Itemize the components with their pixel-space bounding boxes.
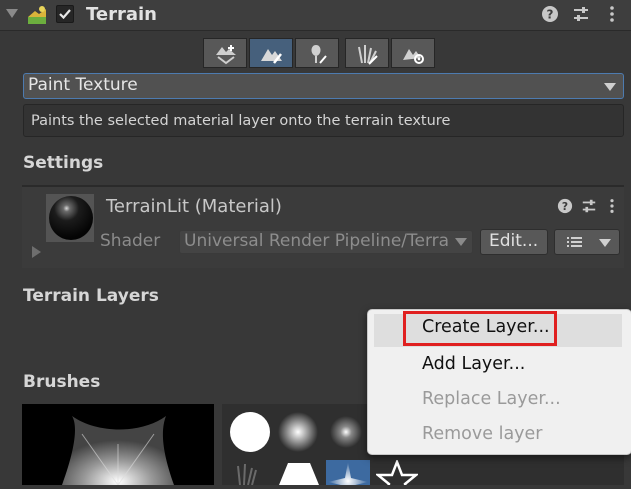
brushes-heading: Brushes [23, 372, 101, 392]
terrain-layers-heading: Terrain Layers [23, 286, 159, 306]
brush-star-outline[interactable] [376, 460, 418, 485]
paint-trees-button[interactable] [295, 38, 339, 68]
options-chevron-down-icon [599, 239, 611, 247]
brush-hard-circle[interactable] [228, 410, 272, 454]
shader-chevron-down-icon [455, 238, 467, 246]
presets-icon[interactable] [572, 5, 590, 23]
list-icon [567, 237, 582, 247]
help-icon[interactable]: ? [541, 5, 559, 23]
chevron-down-icon [604, 83, 616, 91]
highlight-annotation-box [403, 311, 557, 346]
paint-terrain-icon [261, 49, 282, 64]
foldout-arrow-icon[interactable] [6, 9, 18, 18]
terrain-settings-button[interactable] [391, 38, 435, 68]
enabled-checkbox[interactable] [56, 5, 74, 23]
svg-text:?: ? [562, 200, 568, 213]
menu-item-add-layer[interactable]: Add Layer... [422, 354, 525, 374]
svg-text:?: ? [547, 8, 554, 22]
tool-mode-value: Paint Texture [28, 75, 138, 95]
settings-heading: Settings [23, 153, 104, 173]
paint-details-icon [358, 45, 378, 65]
paint-terrain-button[interactable] [249, 38, 293, 68]
shader-value: Universal Render Pipeline/Terrain/Lit [184, 231, 450, 251]
brush-hexagon[interactable] [278, 460, 320, 485]
material-presets-icon[interactable] [581, 198, 597, 214]
shader-label: Shader [100, 231, 161, 251]
create-neighbor-terrains-icon [216, 45, 236, 65]
paint-details-button[interactable] [345, 38, 389, 68]
terrain-settings-icon [403, 49, 424, 64]
tool-description-text: Paints the selected material layer onto … [31, 113, 451, 129]
menu-item-replace-layer: Replace Layer... [422, 389, 561, 409]
terrain-icon [28, 6, 46, 24]
brush-softer-circle[interactable] [324, 410, 368, 454]
more-options-icon[interactable] [603, 5, 621, 23]
checkmark-icon [59, 9, 71, 20]
material-name: TerrainLit (Material) [106, 196, 282, 217]
material-expand-icon[interactable] [32, 246, 41, 258]
create-neighbor-terrains-button[interactable] [203, 38, 247, 68]
material-preview-sphere[interactable] [49, 196, 93, 240]
edit-shader-label: Edit... [489, 231, 539, 251]
brush-grass[interactable] [230, 460, 266, 485]
selected-brush-preview [22, 404, 214, 485]
component-title: Terrain [86, 4, 157, 25]
shader-options-button[interactable] [554, 229, 620, 255]
menu-item-remove-layer: Remove layer [422, 424, 543, 444]
paint-trees-icon [311, 45, 327, 64]
material-help-icon[interactable]: ? [557, 198, 573, 214]
material-more-icon[interactable] [604, 198, 620, 214]
brush-star-selected[interactable] [326, 460, 370, 489]
brush-soft-circle[interactable] [276, 410, 320, 454]
